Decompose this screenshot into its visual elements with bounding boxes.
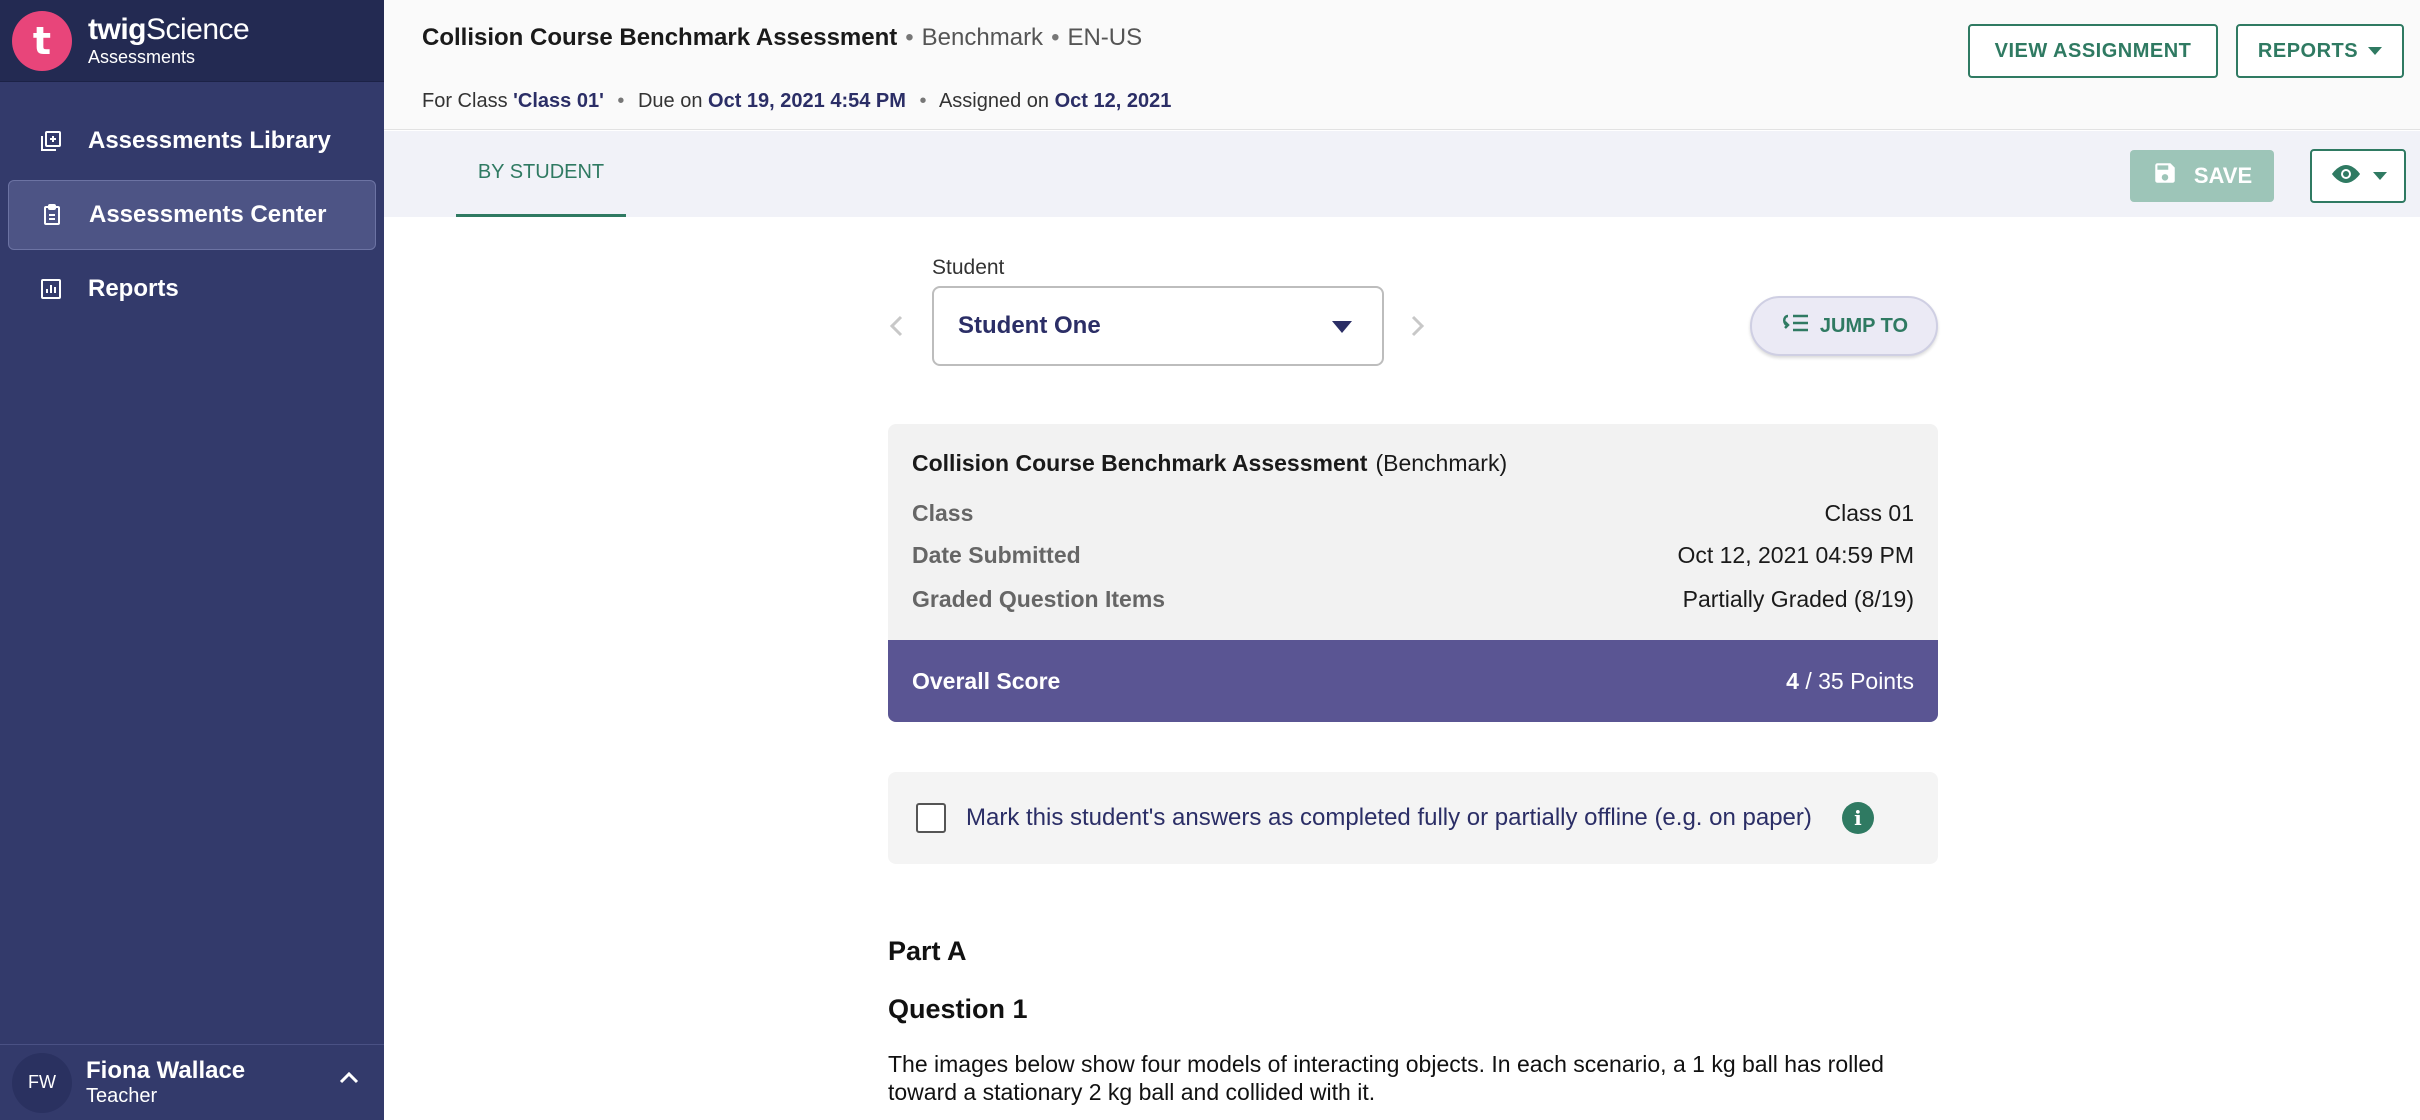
reports-label: REPORTS [2257,39,2359,62]
due-date: Oct 19, 2021 4:54 PM [708,90,906,112]
previous-student-chevron-icon[interactable] [888,314,904,343]
user-menu[interactable]: FW Fiona Wallace Teacher [0,1044,384,1120]
avatar: FW [12,1052,72,1113]
sidebar-item-assessments-library[interactable]: Assessments Library [8,106,376,176]
save-icon [2152,160,2178,192]
for-class-label: For Class [422,90,508,112]
sidebar-item-label: Assessments Center [89,201,327,228]
jump-list-icon [1780,312,1810,340]
brand-name-bold: twig [88,12,147,46]
save-button[interactable]: SAVE [2130,150,2274,202]
header: Collision Course Benchmark Assessment • Be… [384,0,2420,130]
student-select[interactable]: Student One [932,286,1384,366]
summary-date-value: Oct 12, 2021 04:59 PM [1677,542,1914,568]
save-label: SAVE [2193,163,2253,188]
summary-row-graded: Graded Question Items Partially Graded (… [912,586,1914,613]
summary-date-label: Date Submitted [912,542,1081,568]
summary-graded-value: Partially Graded (8/19) [1682,586,1914,612]
summary-row-date: Date Submitted Oct 12, 2021 04:59 PM [912,542,1914,569]
class-name: 'Class 01' [513,90,604,112]
info-icon[interactable]: i [1841,802,1874,834]
summary-row-class: Class Class 01 [912,500,1914,527]
brand-name: twigScience [88,12,250,46]
user-role: Teacher [86,1085,158,1107]
part-heading: Part A [888,936,967,966]
separator-dot: • [905,24,914,51]
summary-assessment-name: Collision Course Benchmark Assessment [912,450,1368,476]
assessment-type: Benchmark [921,24,1044,51]
brand-text: twigScience Assessments [88,12,250,68]
sidebar-item-assessments-center[interactable]: Assessments Center [8,180,376,250]
next-student-chevron-icon[interactable] [1410,314,1426,343]
summary-class-label: Class [912,500,974,526]
sidebar-item-label: Reports [88,275,179,302]
assigned-date: Oct 12, 2021 [1054,90,1172,112]
brand-name-science: Science [146,12,250,46]
summary-class-value: Class 01 [1824,500,1914,526]
user-name: Fiona Wallace [86,1057,246,1084]
question-heading: Question 1 [888,994,1028,1024]
assessment-summary-card: Collision Course Benchmark Assessment (Be… [888,424,1938,722]
overall-score-value-wrap: 4 / 35 Points [1786,668,1914,695]
caret-down-icon [2373,172,2387,180]
student-label: Student [932,256,1005,279]
tab-bar: BY STUDENT SAVE [384,131,2420,217]
brand-sub: Assessments [88,46,196,67]
question-text: The images below show four models of int… [888,1051,1884,1105]
caret-down-icon [2368,47,2383,55]
sidebar: t twigScience Assessments Assessments Li… [0,0,384,1120]
view-options-button[interactable] [2310,149,2406,203]
brand[interactable]: t twigScience Assessments [0,0,384,82]
assessment-locale: EN-US [1067,24,1143,51]
library-icon [38,128,64,154]
overall-score-total: / 35 Points [1805,667,1914,694]
due-label: Due on [637,90,703,112]
sidebar-nav: Assessments Library Assessments Center R… [0,82,384,324]
assigned-label: Assigned on [938,90,1050,112]
overall-score-value: 4 [1786,667,1799,694]
assignment-meta: For Class 'Class 01' • Due on Oct 19, 20… [422,90,1171,113]
eye-icon [2329,162,2363,191]
page-title: Collision Course Benchmark Assessment • Be… [422,24,1142,52]
overall-score-label: Overall Score [912,667,1061,694]
summary-graded-label: Graded Question Items [912,586,1166,612]
separator-dot: • [919,90,927,112]
caret-down-icon [1332,321,1352,333]
user-info: Fiona Wallace Teacher [86,1057,245,1108]
chevron-up-icon[interactable] [338,1071,360,1090]
reports-dropdown-button[interactable]: REPORTS [2236,24,2404,78]
tab-by-student[interactable]: BY STUDENT [456,131,626,217]
assessment-title: Collision Course Benchmark Assessment [422,24,898,51]
separator-dot: • [1051,24,1060,51]
offline-checkbox[interactable] [916,803,946,833]
summary-title: Collision Course Benchmark Assessment (Be… [912,450,1507,477]
sidebar-item-reports[interactable]: Reports [8,254,376,324]
sidebar-item-label: Assessments Library [88,127,331,154]
twig-logo-icon: t [12,10,72,71]
student-select-value: Student One [958,312,1101,339]
offline-completion-box: Mark this student's answers as completed… [888,772,1938,864]
clipboard-icon [39,202,65,228]
jump-to-label: JUMP TO [1819,314,1909,337]
view-assignment-button[interactable]: VIEW ASSIGNMENT [1968,24,2218,78]
overall-score-bar: Overall Score 4 / 35 Points [888,640,1938,722]
offline-checkbox-label[interactable]: Mark this student's answers as completed… [966,804,1812,832]
bar-chart-icon [38,276,64,302]
separator-dot: • [617,90,625,112]
jump-to-button[interactable]: JUMP TO [1750,296,1938,356]
summary-assessment-type: (Benchmark) [1375,450,1508,476]
